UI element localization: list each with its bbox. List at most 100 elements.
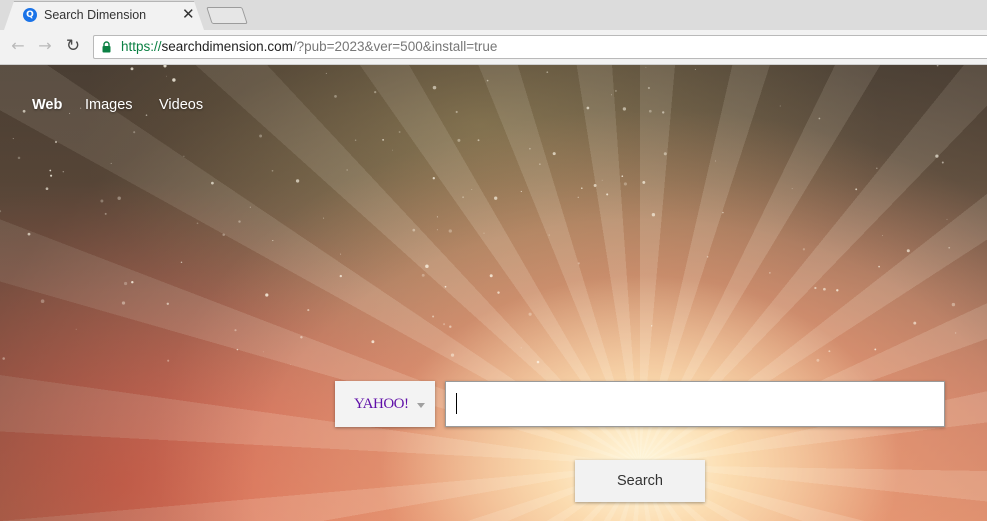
star xyxy=(546,71,549,74)
star xyxy=(529,147,531,150)
star xyxy=(100,199,104,203)
star xyxy=(307,309,310,312)
star xyxy=(457,138,461,142)
star xyxy=(236,348,239,351)
lock-icon xyxy=(102,41,111,53)
starfield xyxy=(0,65,957,366)
star xyxy=(642,180,646,184)
star xyxy=(876,167,878,170)
star xyxy=(145,114,148,116)
star xyxy=(436,216,438,218)
star xyxy=(27,232,31,236)
search-favicon-icon: Q xyxy=(23,8,37,22)
star xyxy=(489,274,493,278)
star xyxy=(881,234,884,237)
nav-images-link[interactable]: Images xyxy=(85,97,133,113)
tab-strip: Q Search Dimension ✕ xyxy=(0,0,987,30)
star xyxy=(536,360,540,364)
text-cursor xyxy=(456,393,457,414)
url-text[interactable]: https://searchdimension.com/?pub=2023&ve… xyxy=(121,39,497,54)
star xyxy=(0,210,2,213)
star xyxy=(124,281,128,286)
star xyxy=(694,68,696,70)
star xyxy=(436,229,438,231)
star xyxy=(22,109,26,113)
star xyxy=(238,220,241,223)
star xyxy=(606,193,609,196)
star xyxy=(946,218,948,220)
star xyxy=(936,65,939,67)
star xyxy=(271,169,274,172)
reload-icon[interactable]: ↻ xyxy=(64,37,82,55)
star xyxy=(382,139,384,141)
star xyxy=(462,196,465,199)
star xyxy=(222,233,225,236)
star xyxy=(948,246,951,249)
star xyxy=(878,265,880,268)
star xyxy=(814,286,817,290)
search-button[interactable]: Search xyxy=(575,460,705,502)
star xyxy=(166,302,169,305)
star xyxy=(133,131,136,134)
star xyxy=(802,248,806,251)
search-input[interactable] xyxy=(445,381,945,427)
star xyxy=(601,179,603,181)
star xyxy=(455,110,458,114)
star xyxy=(50,174,53,177)
star xyxy=(520,347,522,349)
close-tab-icon[interactable]: ✕ xyxy=(182,6,195,22)
nav-videos-link[interactable]: Videos xyxy=(159,97,203,113)
star xyxy=(497,291,500,294)
star xyxy=(121,301,126,305)
star xyxy=(131,280,134,284)
star xyxy=(130,67,134,71)
star xyxy=(650,325,653,327)
star xyxy=(371,340,375,344)
star xyxy=(577,196,579,198)
star xyxy=(816,358,820,362)
nav-web-link[interactable]: Web xyxy=(32,97,62,113)
forward-arrow-icon[interactable]: → xyxy=(36,37,54,55)
star xyxy=(779,105,781,107)
star xyxy=(913,321,917,325)
star xyxy=(249,206,251,208)
star xyxy=(290,364,292,366)
star xyxy=(49,169,52,172)
star xyxy=(325,72,327,74)
star xyxy=(443,323,446,326)
star xyxy=(706,256,709,258)
star xyxy=(828,350,831,353)
star xyxy=(769,272,771,274)
star xyxy=(954,332,957,334)
yahoo-logo: YAHOO! xyxy=(354,396,409,412)
star xyxy=(448,229,452,233)
back-arrow-icon[interactable]: ← xyxy=(9,37,27,55)
star xyxy=(906,249,910,253)
star xyxy=(211,181,214,185)
star xyxy=(874,348,877,351)
star xyxy=(548,234,550,236)
search-provider-dropdown[interactable]: YAHOO! xyxy=(335,381,435,427)
star xyxy=(272,240,274,242)
star xyxy=(339,274,342,278)
star xyxy=(552,152,556,156)
star xyxy=(645,66,647,68)
star xyxy=(855,188,858,191)
star xyxy=(520,190,522,193)
star xyxy=(651,213,656,217)
url-scheme: https:// xyxy=(121,39,162,54)
new-tab-button[interactable] xyxy=(206,7,248,24)
star xyxy=(528,312,532,316)
star xyxy=(163,65,167,68)
star xyxy=(477,139,480,142)
star xyxy=(265,293,269,297)
star xyxy=(346,169,348,171)
star xyxy=(259,134,263,138)
star xyxy=(581,187,583,189)
star xyxy=(432,177,435,180)
star xyxy=(432,85,437,90)
star xyxy=(234,329,237,332)
star xyxy=(104,212,107,215)
star xyxy=(951,302,956,307)
star xyxy=(69,112,71,114)
